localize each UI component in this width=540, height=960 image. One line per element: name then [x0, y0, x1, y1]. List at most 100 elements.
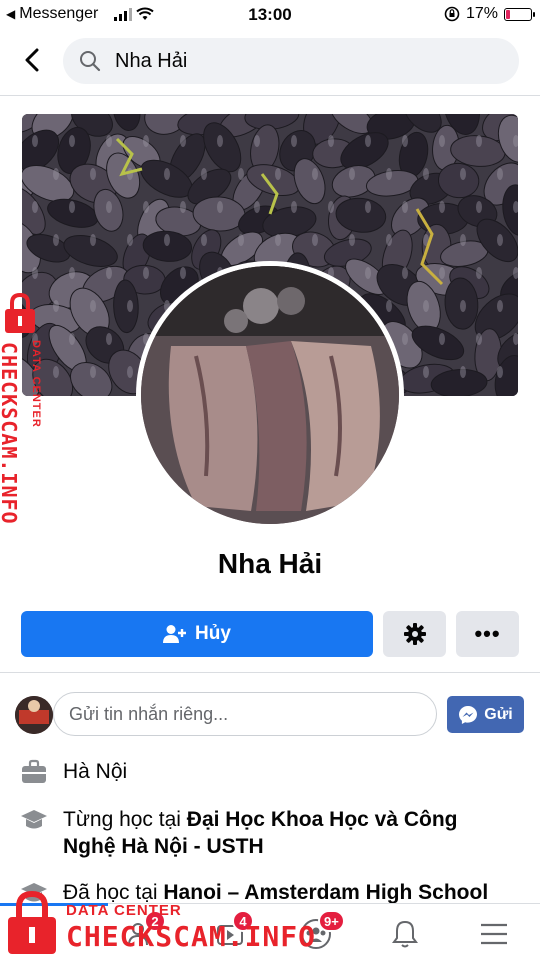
- grape-highlight: [106, 333, 112, 345]
- settings-button[interactable]: [383, 611, 446, 657]
- header-divider: [0, 95, 540, 96]
- grape-highlight: [143, 201, 149, 213]
- grape-highlight: [497, 234, 503, 246]
- grape-highlight: [217, 201, 223, 213]
- chevron-left-icon: [25, 48, 39, 72]
- grape-highlight: [439, 135, 445, 147]
- watermark-bottom-sub: DATA CENTER: [66, 902, 182, 919]
- grape-highlight: [53, 168, 59, 180]
- grape-highlight: [164, 168, 170, 180]
- grape-highlight: [106, 201, 112, 213]
- grape-highlight: [439, 201, 445, 213]
- unfriend-label: Hủy: [195, 623, 231, 644]
- grape-highlight: [402, 333, 408, 345]
- grape-highlight: [106, 135, 112, 147]
- briefcase-icon: [22, 759, 46, 783]
- grape-highlight: [365, 135, 371, 147]
- watermark-bottom-text: CHECKSCAM.INFO: [66, 920, 317, 953]
- more-options-button[interactable]: •••: [456, 611, 519, 657]
- grape-highlight: [291, 201, 297, 213]
- nav-notifications[interactable]: [385, 914, 425, 954]
- grape-highlight: [238, 168, 244, 180]
- watermark-side-sub: DATA CENTER: [30, 340, 42, 428]
- avatar: [141, 266, 399, 524]
- grape-highlight: [53, 366, 59, 378]
- grape-highlight: [32, 135, 38, 147]
- my-avatar: [15, 696, 53, 734]
- messenger-icon: [459, 705, 478, 724]
- lock-icon: [5, 292, 35, 333]
- private-message-input[interactable]: Gửi tin nhắn riêng...: [53, 692, 437, 736]
- grape-highlight: [275, 168, 281, 180]
- grape-highlight: [32, 201, 38, 213]
- grape-highlight: [90, 168, 96, 180]
- grape-highlight: [201, 168, 207, 180]
- grape-highlight: [476, 267, 482, 279]
- grape-highlight: [254, 135, 260, 147]
- info-text-location: Hà Nội: [63, 758, 506, 785]
- add-friend-icon: [163, 625, 187, 643]
- grape-highlight: [254, 201, 260, 213]
- grape-highlight: [460, 300, 466, 312]
- grape-highlight: [69, 267, 75, 279]
- grape-highlight: [69, 135, 75, 147]
- send-label: Gửi: [484, 705, 513, 723]
- grape-highlight: [423, 366, 429, 378]
- info-value: Hà Nội: [63, 760, 128, 783]
- grape-highlight: [143, 267, 149, 279]
- grape-highlight: [497, 300, 503, 312]
- profile-picture-image: [141, 266, 399, 524]
- grape-highlight: [402, 201, 408, 213]
- grape-highlight: [328, 201, 334, 213]
- profile-name: Nha Hải: [217, 548, 323, 579]
- grape-highlight: [402, 135, 408, 147]
- grape-highlight: [90, 366, 96, 378]
- search-header: Nha Hải: [0, 34, 540, 90]
- grape-highlight: [476, 201, 482, 213]
- grape-highlight: [460, 168, 466, 180]
- grape-highlight: [217, 135, 223, 147]
- orientation-lock-icon: [444, 6, 460, 22]
- grape-highlight: [127, 300, 133, 312]
- gear-icon: [403, 623, 426, 645]
- search-input[interactable]: Nha Hải: [63, 38, 519, 84]
- grape-highlight: [386, 234, 392, 246]
- nav-menu[interactable]: [474, 914, 514, 954]
- grape-highlight: [349, 234, 355, 246]
- grape-highlight: [328, 135, 334, 147]
- grape-highlight: [53, 234, 59, 246]
- unfriend-button[interactable]: Hủy: [21, 611, 373, 657]
- grape-highlight: [90, 234, 96, 246]
- grape-highlight: [312, 168, 318, 180]
- profile-picture[interactable]: [136, 261, 404, 529]
- grape-highlight: [423, 168, 429, 180]
- send-button[interactable]: Gửi: [447, 696, 524, 733]
- back-button[interactable]: [14, 42, 50, 78]
- grape-highlight: [497, 168, 503, 180]
- grape-highlight: [143, 135, 149, 147]
- search-query: Nha Hải: [115, 50, 188, 72]
- graduation-cap-icon: [21, 810, 47, 829]
- grape-highlight: [497, 366, 503, 378]
- grape-highlight: [349, 168, 355, 180]
- grape-highlight: [386, 168, 392, 180]
- grape-highlight: [238, 234, 244, 246]
- watermark-bottom: DATA CENTER CHECKSCAM.INFO: [6, 888, 346, 958]
- grape-highlight: [460, 366, 466, 378]
- grape-highlight: [402, 267, 408, 279]
- section-divider: [0, 672, 540, 673]
- search-icon: [80, 51, 101, 72]
- grape-highlight: [90, 300, 96, 312]
- grape-highlight: [312, 234, 318, 246]
- status-bar: ◀ Messenger 13:00 17%: [0, 0, 540, 30]
- info-text-university: Từng học tại Đại Học Khoa Học và Công Ng…: [63, 806, 506, 860]
- more-icon: •••: [474, 621, 501, 646]
- grape-highlight: [476, 333, 482, 345]
- my-avatar-image: [15, 696, 53, 734]
- grape-highlight: [127, 366, 133, 378]
- battery-fill: [506, 9, 511, 19]
- lock-icon: [8, 890, 56, 954]
- battery-icon: [504, 7, 535, 21]
- status-right: 17%: [444, 5, 535, 23]
- watermark-side-text: CHECKSCAM.INFO: [0, 342, 21, 525]
